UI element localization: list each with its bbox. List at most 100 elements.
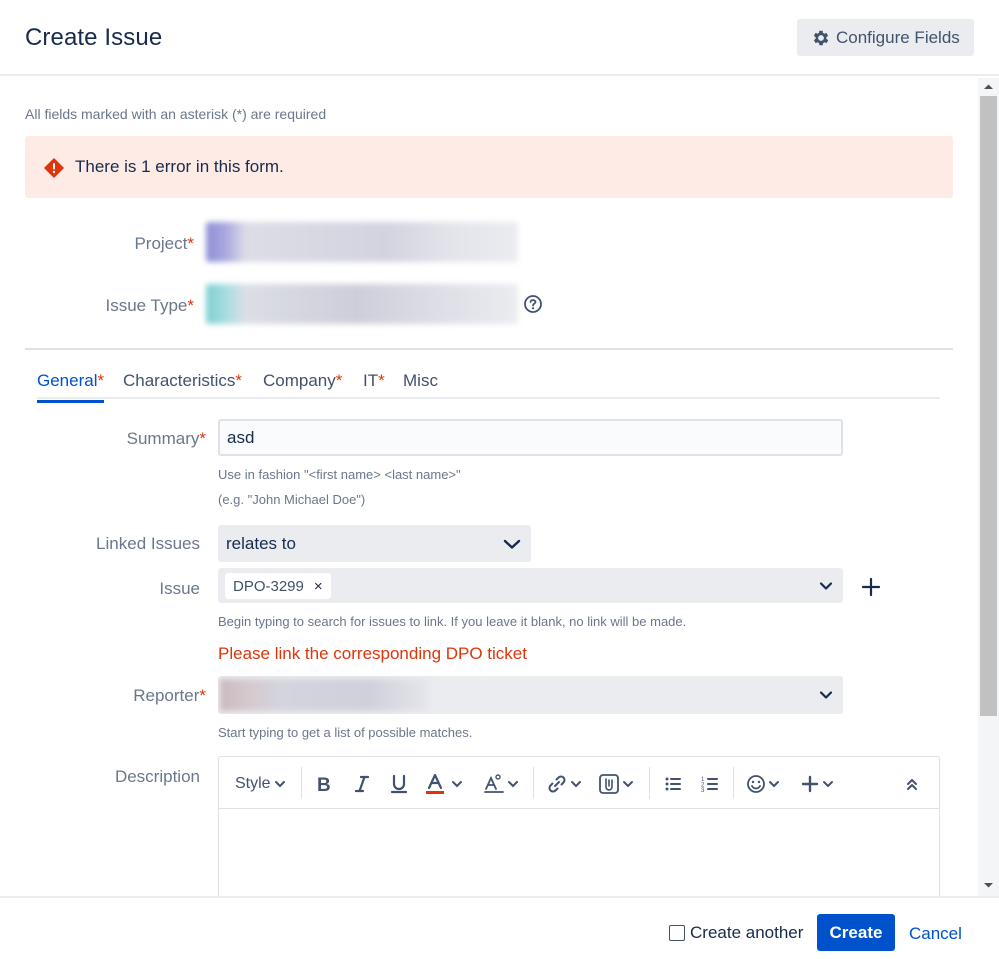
tab-general[interactable]: General* [37, 371, 105, 403]
cancel-link[interactable]: Cancel [909, 924, 962, 944]
issue-hint: Begin typing to search for issues to lin… [218, 614, 687, 629]
tab-misc[interactable]: Misc [403, 371, 438, 391]
issue-label: Issue [159, 579, 200, 598]
chevron-down-icon [623, 781, 633, 788]
project-label-text: Project [134, 234, 188, 253]
configure-fields-button[interactable]: Configure Fields [797, 19, 974, 56]
attachment-icon[interactable] [598, 771, 634, 797]
linked-issues-label: Linked Issues [96, 534, 200, 553]
scrollbar[interactable] [978, 78, 999, 896]
chevron-down-icon [819, 691, 833, 699]
summary-label-text: Summary [126, 429, 200, 448]
required-asterisk: * [187, 234, 194, 253]
editor-toolbar: Style B 1 2 3 [219, 757, 939, 809]
tab-company[interactable]: Company* [263, 371, 342, 391]
error-banner-text: There is 1 error in this form. [75, 157, 284, 176]
gear-icon [813, 30, 829, 45]
scroll-down-arrow-icon[interactable] [978, 878, 999, 892]
linked-issues-value: relates to [226, 533, 296, 553]
toolbar-divider [649, 767, 650, 799]
dialog-header: Create Issue Configure Fields [0, 0, 999, 76]
text-color-icon[interactable] [425, 771, 463, 797]
summary-label: Summary* [70, 429, 206, 449]
create-another-label: Create another [690, 923, 804, 942]
configure-fields-label: Configure Fields [836, 27, 960, 47]
section-divider [25, 348, 953, 350]
create-issue-dialog: Create Issue Configure Fields All fields… [0, 0, 999, 959]
bullet-list-icon[interactable] [663, 771, 683, 797]
tab-label: General [37, 371, 98, 390]
issue-chip-label: DPO-3299 [233, 577, 304, 595]
issue-chip: DPO-3299 × [225, 573, 331, 599]
help-icon[interactable] [523, 294, 543, 314]
numbered-list-icon[interactable]: 123 [700, 771, 720, 797]
chevron-down-icon [769, 781, 779, 788]
required-asterisk: * [97, 371, 105, 390]
create-another-checkbox[interactable]: Create another [669, 923, 803, 943]
create-button[interactable]: Create [817, 914, 895, 951]
scrollbar-thumb[interactable] [980, 96, 997, 716]
chip-remove-icon[interactable]: × [314, 578, 323, 595]
svg-text:3: 3 [701, 788, 705, 794]
required-asterisk: * [335, 371, 343, 390]
summary-input[interactable]: asd [218, 419, 843, 456]
issue-type-label-text: Issue Type [105, 296, 188, 315]
tab-characteristics[interactable]: Characteristics* [123, 371, 242, 391]
issue-picker[interactable]: DPO-3299 × [218, 568, 843, 603]
link-icon[interactable] [546, 771, 582, 797]
collapse-toolbar-icon[interactable] [905, 771, 919, 797]
reporter-label-text: Reporter [133, 686, 200, 705]
reporter-select[interactable] [218, 676, 843, 714]
reporter-hint: Start typing to get a list of possible m… [218, 725, 473, 740]
issue-type-label: Issue Type* [60, 296, 194, 316]
tab-label: IT [363, 371, 379, 390]
toolbar-divider [301, 767, 302, 799]
required-fields-note: All fields marked with an asterisk (*) a… [25, 106, 327, 122]
reporter-label: Reporter* [70, 686, 206, 706]
text-formatting-icon[interactable] [483, 771, 519, 797]
chevron-down-icon [508, 781, 518, 788]
required-asterisk: * [235, 371, 243, 390]
chevron-down-icon [274, 781, 285, 788]
required-asterisk: * [378, 371, 385, 390]
chevron-down-icon [823, 781, 833, 788]
tab-label: Misc [403, 371, 438, 390]
required-asterisk: * [199, 429, 206, 448]
style-dropdown[interactable]: Style [235, 771, 286, 797]
project-select[interactable] [206, 222, 518, 262]
issue-error-message: Please link the corresponding DPO ticket [218, 644, 527, 663]
dialog-title: Create Issue [25, 24, 163, 51]
error-banner: There is 1 error in this form. [25, 136, 953, 198]
description-editor[interactable]: Style B 1 2 3 [218, 756, 940, 916]
toolbar-divider [733, 767, 734, 799]
summary-value: asd [227, 427, 255, 447]
tab-it[interactable]: IT* [363, 371, 385, 391]
dialog-footer: Create another Create Cancel [0, 896, 999, 959]
chevron-down-icon [571, 781, 581, 788]
reporter-avatar-blurred [220, 679, 430, 711]
error-icon [44, 158, 64, 178]
required-asterisk: * [199, 686, 206, 705]
summary-hint-line2: (e.g. "John Michael Doe") [218, 492, 366, 507]
tab-label: Company [263, 371, 336, 390]
style-label: Style [235, 775, 271, 792]
required-asterisk: * [187, 296, 194, 315]
toolbar-divider [533, 767, 534, 799]
emoji-icon[interactable] [746, 771, 780, 797]
linked-issues-select[interactable]: relates to [218, 525, 531, 562]
project-label: Project* [60, 234, 194, 254]
bold-icon[interactable]: B [315, 771, 333, 797]
add-issue-link-icon[interactable] [858, 574, 884, 600]
summary-hint-line1: Use in fashion "<first name> <last name>… [218, 467, 461, 482]
insert-more-icon[interactable] [801, 771, 834, 797]
italic-icon[interactable] [353, 771, 371, 797]
tab-label: Characteristics [123, 371, 236, 390]
scroll-up-arrow-icon[interactable] [978, 80, 999, 94]
description-label: Description [114, 767, 200, 786]
chevron-down-icon[interactable] [819, 581, 833, 591]
issue-type-select[interactable] [206, 284, 518, 324]
underline-icon[interactable] [389, 771, 409, 797]
checkbox[interactable] [669, 925, 685, 941]
svg-text:B: B [317, 775, 331, 794]
tab-bar: General* Characteristics* Company* IT* M… [37, 369, 940, 403]
